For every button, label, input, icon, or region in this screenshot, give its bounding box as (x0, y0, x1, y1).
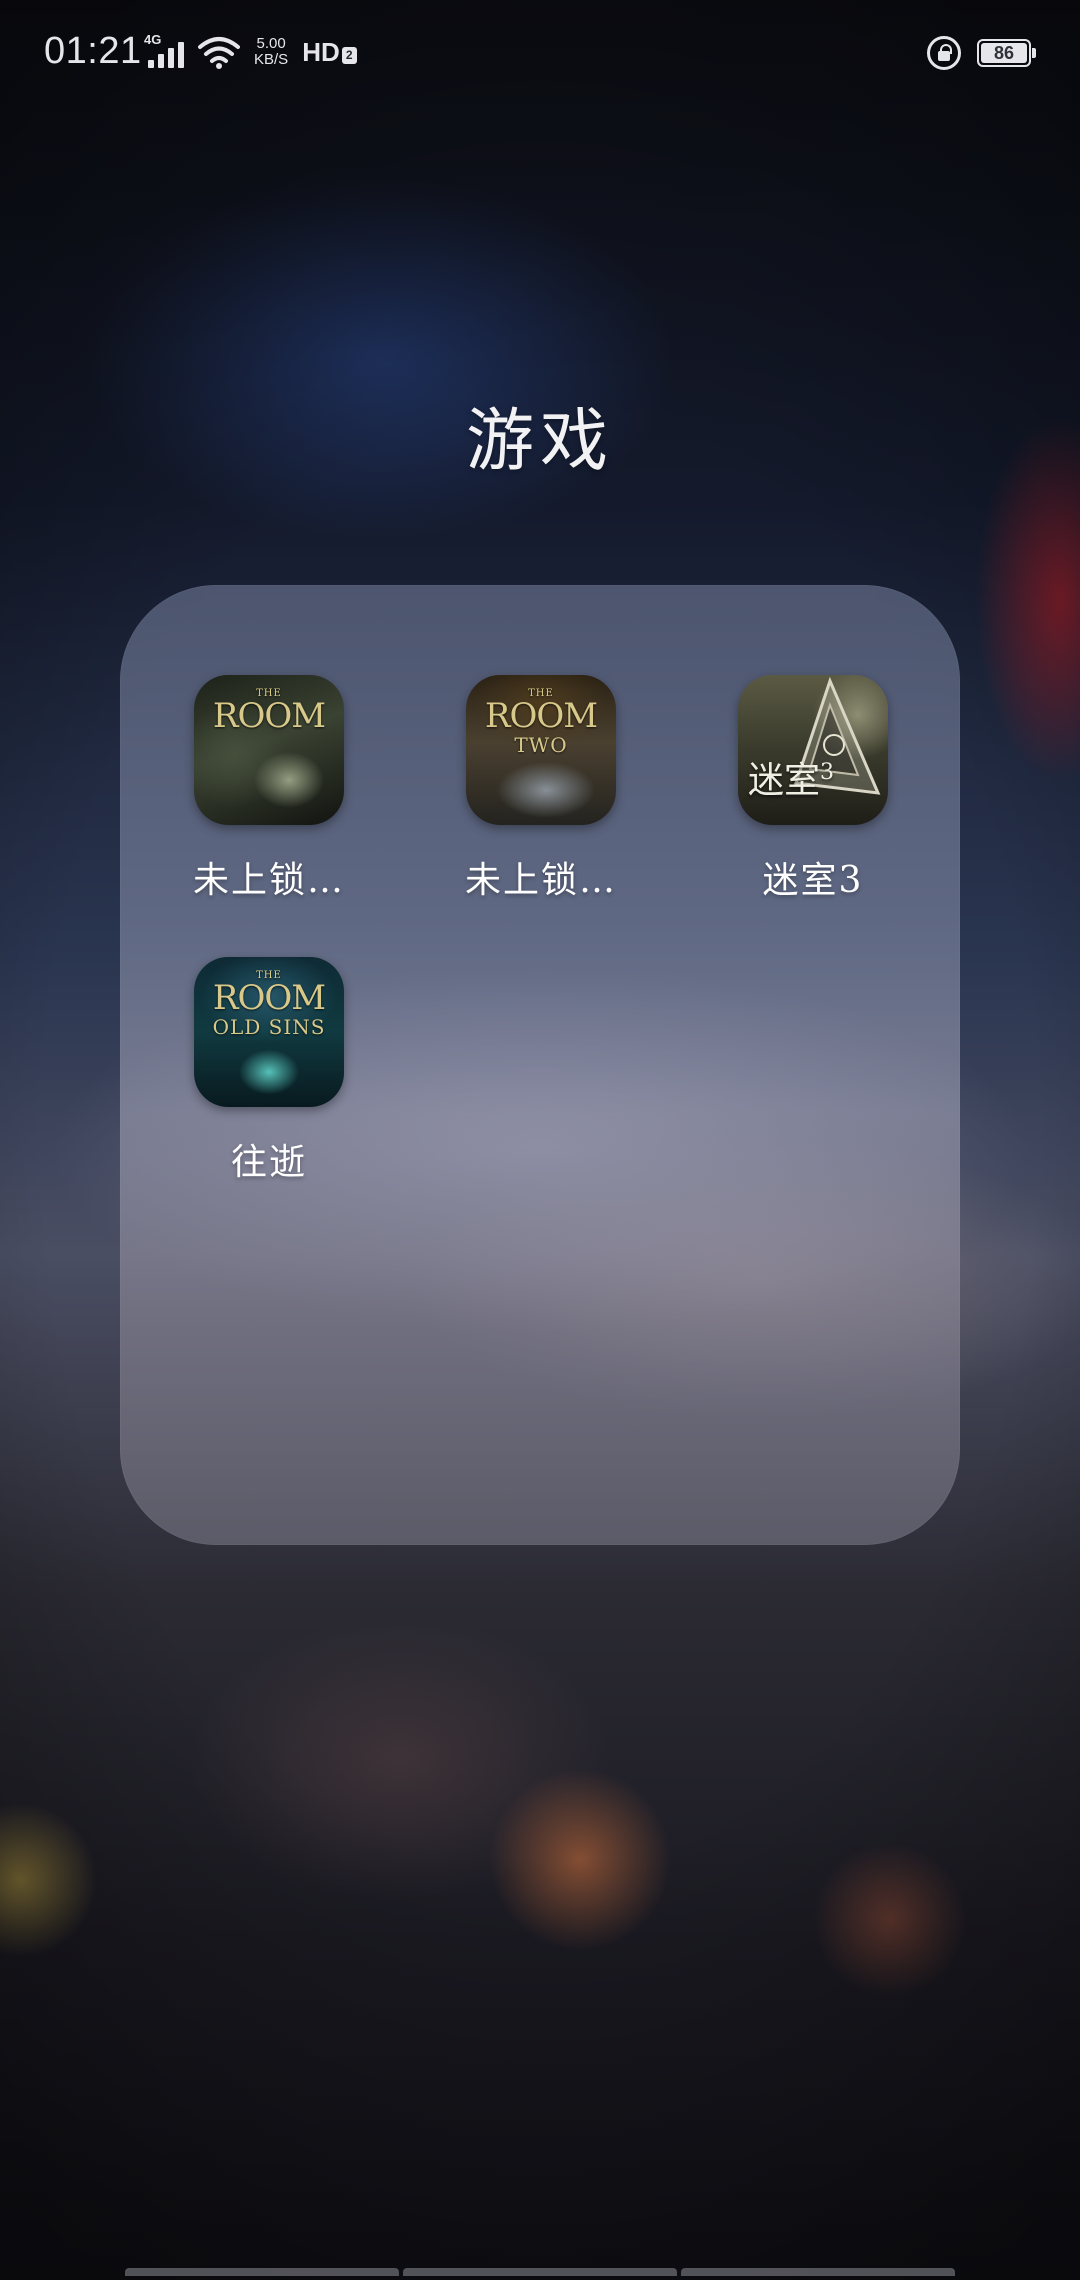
app-label: 迷室3 (762, 860, 864, 901)
the-room-two-logo: THE ROOM TWO (484, 688, 598, 757)
nav-hint-segment-center[interactable] (403, 2268, 677, 2276)
nav-hint-segment-right[interactable] (681, 2268, 955, 2276)
the-room-two-icon[interactable]: THE ROOM TWO (466, 675, 616, 825)
the-room-three-icon[interactable]: 迷室3 (738, 675, 888, 825)
wifi-icon (198, 37, 240, 69)
app-label: 未上锁… (464, 860, 617, 901)
net-speed-unit: KB/S (254, 51, 289, 68)
navigation-hint-bar[interactable] (125, 2268, 955, 2276)
nav-hint-segment-left[interactable] (125, 2268, 399, 2276)
battery-icon: 86 (977, 39, 1036, 67)
hd-sub-label: 2 (341, 46, 357, 64)
the-room-three-logo: 迷室3 (748, 760, 835, 801)
app-the-room-three[interactable]: 迷室3 迷室3 (713, 675, 913, 903)
status-time: 01:21 (44, 30, 142, 72)
status-bar: 01:21 4G 5.00 KB/S HD 2 86 (0, 0, 1080, 110)
signal-icon: 4G (144, 32, 184, 70)
rotation-lock-icon (927, 36, 961, 70)
the-room-old-sins-icon[interactable]: THE ROOM OLD SINS (194, 957, 344, 1107)
app-the-room-old-sins[interactable]: THE ROOM OLD SINS 往逝 (169, 957, 369, 1185)
battery-level: 86 (981, 43, 1027, 63)
app-the-room-two[interactable]: THE ROOM TWO 未上锁… (441, 675, 641, 903)
net-speed-value: 5.00 (256, 35, 286, 52)
hd-label: HD (302, 36, 340, 67)
the-room-icon[interactable]: THE ROOM (194, 675, 344, 825)
hd-voice-icon: HD 2 (302, 37, 357, 68)
app-label: 未上锁… (192, 860, 345, 901)
folder-title[interactable]: 游戏 (0, 385, 1080, 484)
status-icons-right: 86 (927, 36, 1036, 70)
status-icons-left: 4G 5.00 KB/S HD 2 (144, 32, 357, 70)
app-the-room[interactable]: THE ROOM 未上锁… (169, 675, 369, 903)
the-room-logo: THE ROOM (212, 688, 326, 736)
net-speed: 5.00 KB/S (254, 36, 288, 68)
the-room-old-sins-logo: THE ROOM OLD SINS (212, 970, 327, 1039)
folder-panel: THE ROOM 未上锁… THE ROOM TWO 未上锁… 迷室3 迷室3 (120, 585, 960, 1545)
app-label: 往逝 (230, 1142, 307, 1183)
